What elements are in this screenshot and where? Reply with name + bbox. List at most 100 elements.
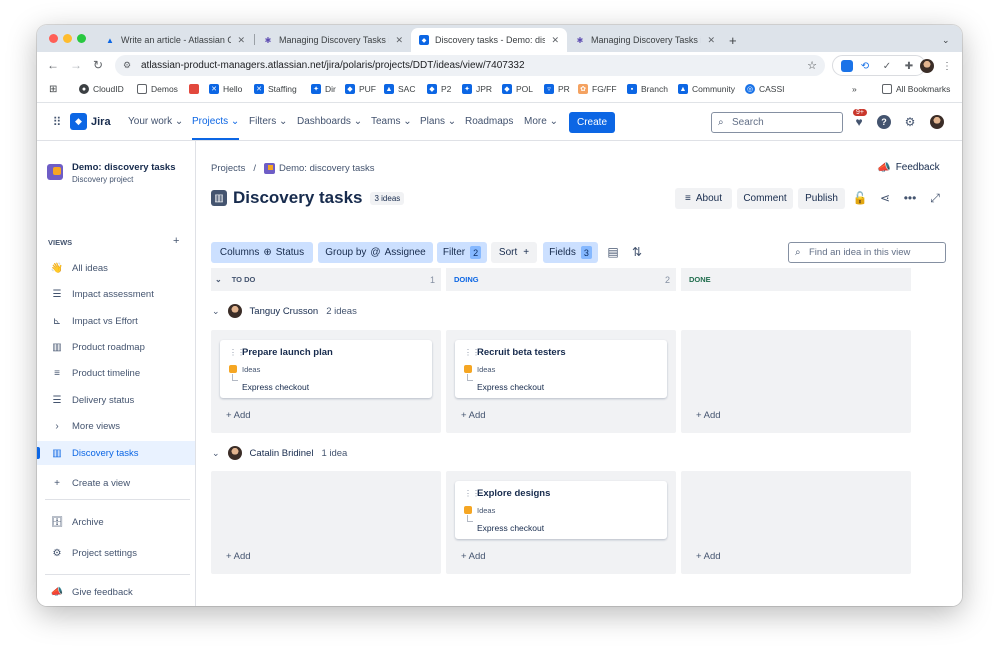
create-button[interactable]: Create [569,112,615,133]
minimize-window-button[interactable] [63,34,72,43]
all-bookmarks[interactable]: All Bookmarks [882,84,950,94]
extension-icon[interactable] [837,56,857,76]
bookmark-item[interactable]: ●CloudID [79,84,124,94]
url-bar[interactable]: ⚙ atlassian-product-managers.atlassian.n… [115,55,825,76]
nav-roadmaps[interactable]: Roadmaps [465,116,513,127]
sort-button[interactable]: Sort + [491,242,537,263]
close-tab-icon[interactable]: ✕ [551,35,559,46]
sidebar-item-product-timeline[interactable]: ≡Product timeline [37,361,195,385]
sidebar-item-project-settings[interactable]: ⚙Project settings [37,541,195,565]
add-idea-button[interactable]: + Add [461,410,486,421]
breadcrumb-project[interactable]: Demo: discovery tasks [279,163,375,174]
forward-icon[interactable]: → [70,58,82,72]
lock-icon[interactable]: 🔓 [850,188,870,208]
sidebar-item-impact-assessment[interactable]: ☰Impact assessment [37,282,195,306]
group-by-button[interactable]: Group by @ Assignee [318,242,433,263]
new-tab-button[interactable]: + [725,28,745,52]
nav-filters[interactable]: Filters ⌄ [249,116,287,127]
bookmark-item[interactable]: ✕Hello [209,84,242,94]
reload-icon[interactable]: ↻ [93,58,103,72]
close-tab-icon[interactable]: ✕ [707,35,715,46]
nav-more[interactable]: More ⌄ [524,116,558,127]
publish-button[interactable]: Publish [798,188,845,209]
browser-menu-icon[interactable]: ⋮ [937,56,957,76]
bookmark-star-icon[interactable]: ☆ [807,59,817,72]
column-header-doing[interactable]: DOING 2 [446,268,676,291]
comment-button[interactable]: Comment [737,188,793,209]
column-header-todo[interactable]: ⌄ TO DO 1 [211,268,441,291]
back-icon[interactable]: ← [47,58,59,72]
bookmark-item[interactable]: ▿PR [544,84,570,94]
bookmark-item[interactable]: ◆POL [502,84,533,94]
extensions-puzzle-icon[interactable]: ✚ [899,56,919,76]
close-tab-icon[interactable]: ✕ [237,35,245,46]
find-idea-input[interactable]: ⌕ Find an idea in this view [788,242,946,263]
breadcrumb-projects[interactable]: Projects [211,163,245,174]
sidebar-item-all-ideas[interactable]: 👋All ideas [37,256,195,280]
nav-your-work[interactable]: Your work ⌄ [128,116,183,127]
sidebar-item-product-roadmap[interactable]: ▥Product roadmap [37,335,195,359]
close-window-button[interactable] [49,34,58,43]
bookmark-item[interactable]: ▲Community [678,84,735,94]
maximize-window-button[interactable] [77,34,86,43]
sidebar-item-more-views[interactable]: ›More views [37,414,195,438]
sidebar-item-discovery-tasks[interactable]: ▥Discovery tasks [37,441,195,465]
site-settings-icon[interactable]: ⚙ [123,60,131,71]
nav-plans[interactable]: Plans ⌄ [420,116,456,127]
add-idea-button[interactable]: + Add [696,410,721,421]
browser-tab[interactable]: ✱ Managing Discovery Tasks in ✕ [567,28,723,52]
collapse-icon[interactable]: ⌄ [215,275,222,284]
extension-icon[interactable]: ⟲ [855,56,875,76]
add-idea-button[interactable]: + Add [696,551,721,562]
close-tab-icon[interactable]: ✕ [395,35,403,46]
nav-dashboards[interactable]: Dashboards ⌄ [297,116,362,127]
search-input[interactable]: ⌕ Search [711,112,843,133]
bookmark-item[interactable]: ▲SAC [384,84,415,94]
sidebar-item-impact-vs-effort[interactable]: ⊾Impact vs Effort [37,309,195,333]
fields-button[interactable]: Fields 3 [543,242,598,263]
extension-icon[interactable]: ✓ [877,56,897,76]
bookmark-item[interactable]: ◎CASSI [745,84,785,94]
bookmark-item[interactable] [189,84,203,94]
user-avatar[interactable] [927,112,947,132]
feedback-button[interactable]: 📣 Feedback [877,161,940,174]
autosort-icon[interactable]: ⇅ [627,242,647,262]
idea-card[interactable]: ⋮⋮ Prepare launch plan Ideas Express che… [220,340,432,398]
bookmark-item[interactable]: ◆PUF [345,84,376,94]
nav-teams[interactable]: Teams ⌄ [371,116,412,127]
browser-tab-active[interactable]: ◆ Discovery tasks - Demo: disc ✕ [411,28,567,52]
project-header[interactable]: Demo: discovery tasks Discovery project [47,162,176,184]
idea-card[interactable]: ⋮⋮ Recruit beta testers Ideas Express ch… [455,340,667,398]
share-icon[interactable]: ⋖ [875,188,895,208]
chevron-down-icon[interactable]: ⌄ [212,448,220,459]
bookmark-item[interactable]: ✦JPR [462,84,492,94]
more-actions-icon[interactable]: ••• [900,188,920,208]
help-icon[interactable]: ? [874,112,894,132]
add-idea-button[interactable]: + Add [226,410,251,421]
bookmark-item[interactable]: ✦Dir [311,84,336,94]
settings-gear-icon[interactable]: ⚙ [900,112,920,132]
chevron-down-icon[interactable]: ⌄ [212,306,220,317]
card-layout-icon[interactable]: ▤ [603,242,623,262]
sidebar-item-delivery-status[interactable]: ☰Delivery status [37,388,195,412]
add-view-icon[interactable]: + [173,235,179,247]
jira-logo[interactable]: ◆ Jira [70,113,111,130]
browser-tab[interactable]: ✱ Managing Discovery Tasks in ✕ [255,28,411,52]
bookmark-item[interactable]: ✿FG/FF [578,84,617,94]
about-button[interactable]: ≡About [675,188,732,209]
bookmark-item[interactable]: ◆P2 [427,84,451,94]
column-header-done[interactable]: DONE [681,268,911,291]
group-header[interactable]: ⌄ Catalin Bridinel 1 idea [212,446,347,460]
columns-button[interactable]: Columns ⊕ Status [211,242,313,263]
sidebar-item-archive[interactable]: 🗄Archive [37,510,195,534]
browser-tab[interactable]: ▲ Write an article - Atlassian Co ✕ [97,28,253,52]
fullscreen-icon[interactable]: ⤢ [925,188,945,208]
more-bookmarks-icon[interactable]: » [852,84,857,94]
nav-projects[interactable]: Projects ⌄ [192,116,239,127]
add-idea-button[interactable]: + Add [461,551,486,562]
create-view-button[interactable]: +Create a view [37,471,195,495]
group-header[interactable]: ⌄ Tanguy Crusson 2 ideas [212,304,357,318]
add-idea-button[interactable]: + Add [226,551,251,562]
app-switcher-icon[interactable]: ⠿ [47,112,67,132]
bookmark-item[interactable]: Demos [137,84,178,94]
